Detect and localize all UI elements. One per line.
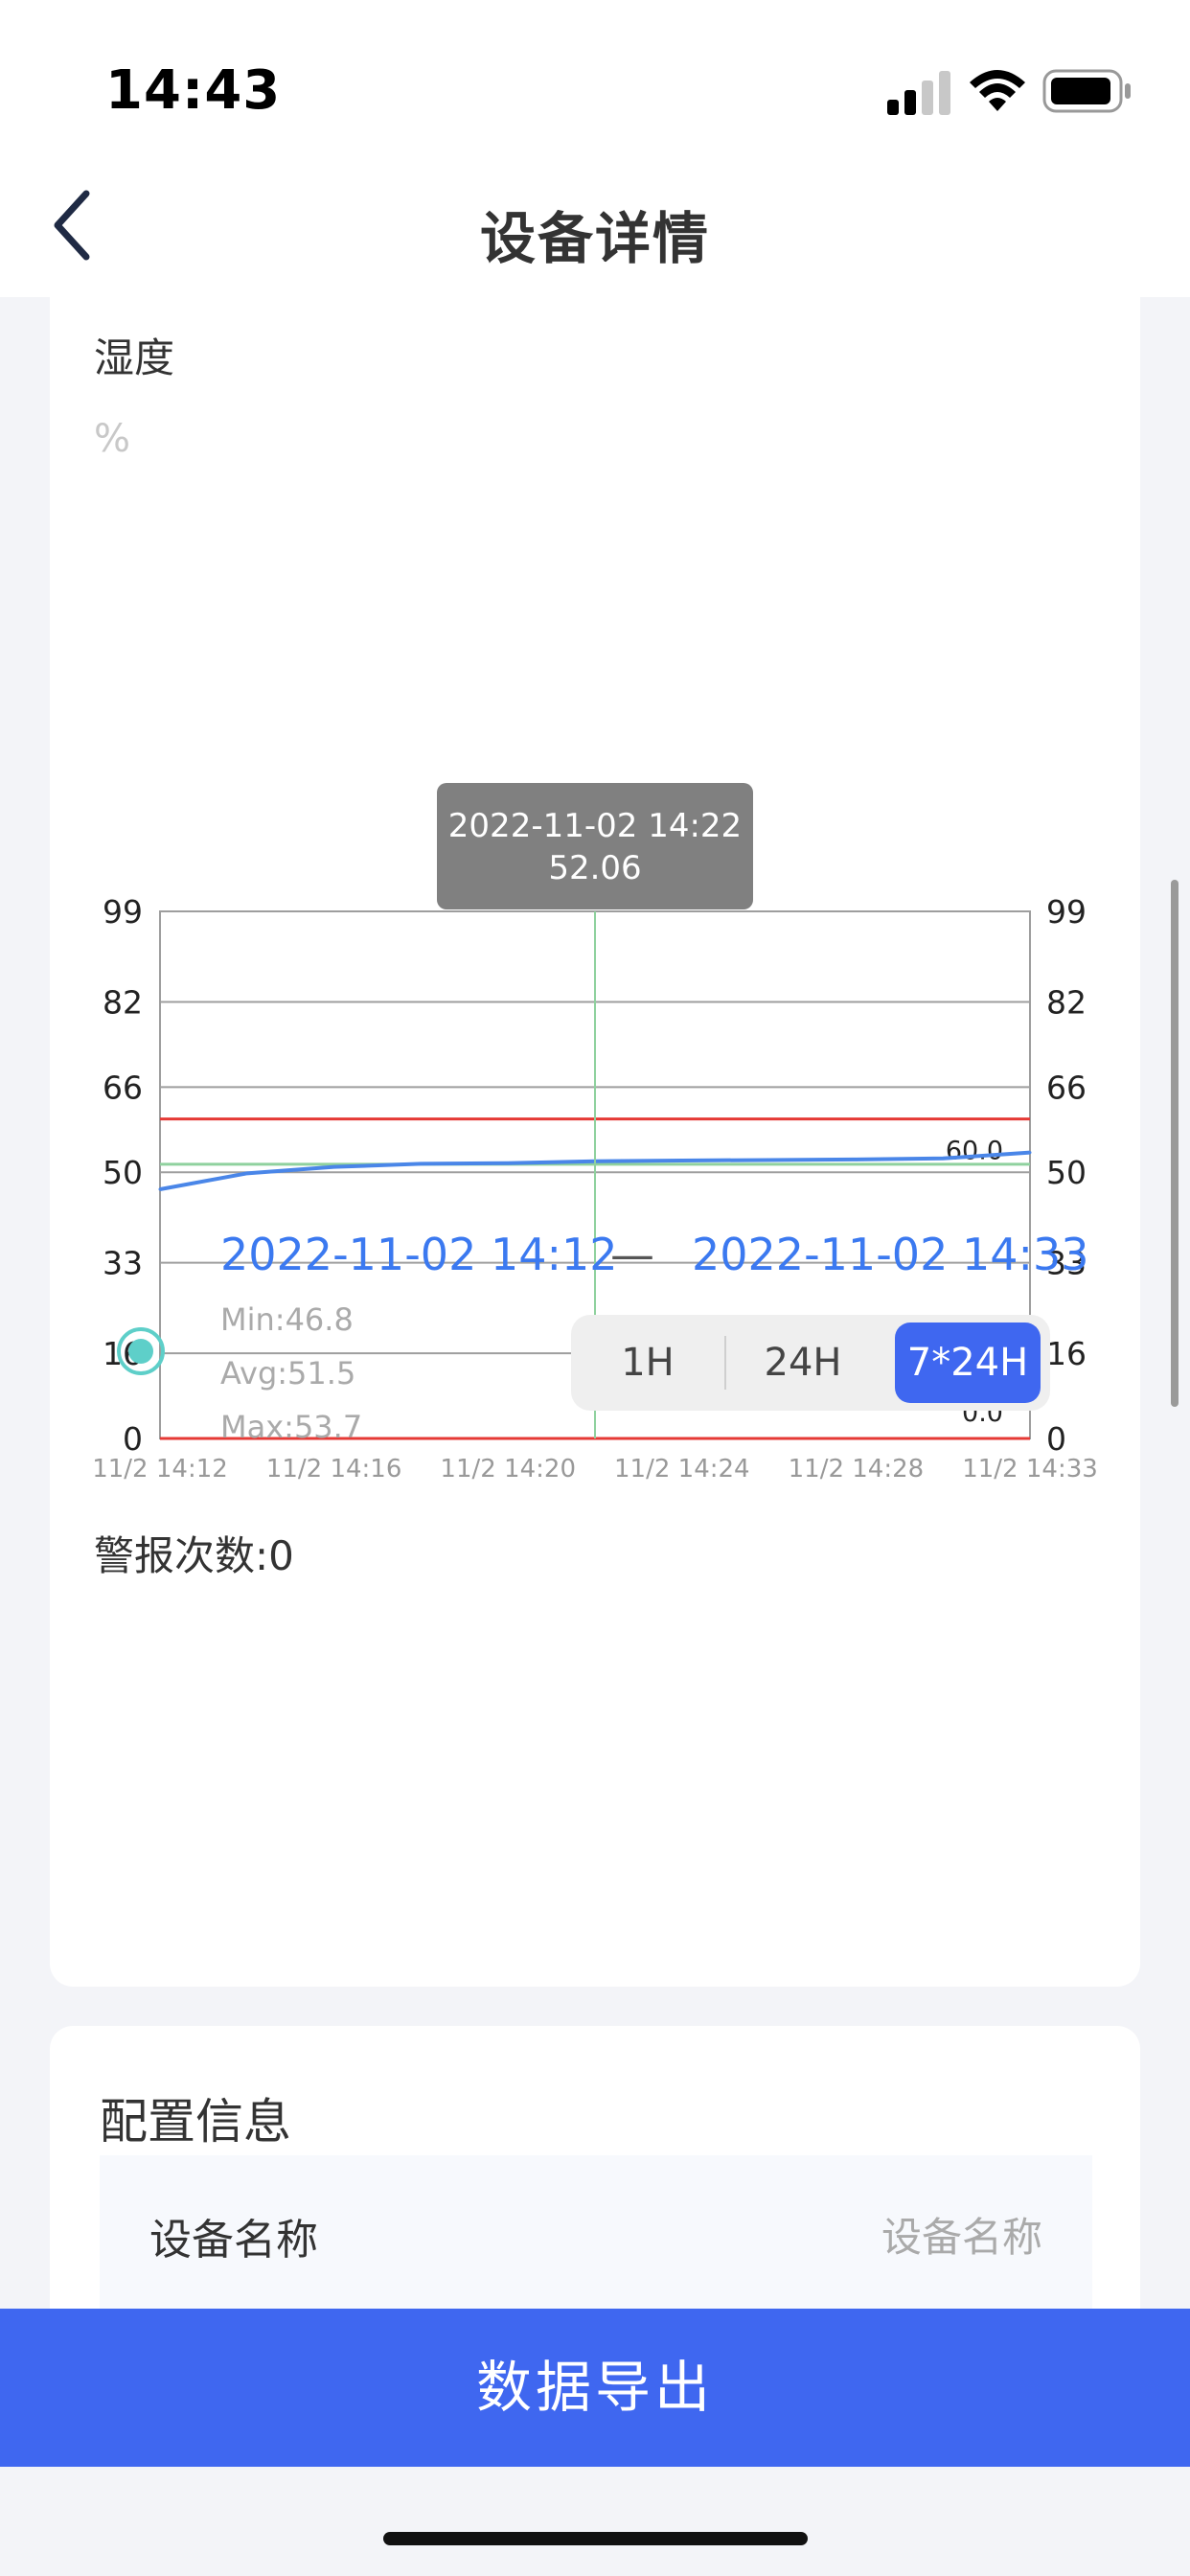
config-title: 配置信息 (100, 2094, 291, 2150)
y-tick-label-right: 82 (1046, 983, 1087, 1021)
time-range-selector: 1H 24H 7*24H (571, 1315, 1050, 1411)
y-tick-label-left: 50 (103, 1154, 143, 1191)
data-point (680, 1159, 684, 1162)
wifi-icon (970, 70, 1025, 111)
status-bar: 14:43 (0, 0, 1190, 153)
data-point (419, 1162, 423, 1165)
cellular-signal-icon (887, 71, 950, 115)
battery-icon (1042, 69, 1131, 113)
stat-avg: Avg:51.5 (220, 1355, 356, 1392)
stat-min: Min:46.8 (220, 1301, 354, 1338)
config-value: 设备名称 (881, 2214, 1042, 2261)
tooltip-box (437, 783, 753, 909)
humidity-card: 湿度 % 60.0 0.0 0 0 16 16 33 33 50 50 66 66 82 82 99 99 1… (50, 288, 1140, 1987)
y-tick-label-left: 33 (103, 1245, 143, 1282)
scrollbar[interactable] (1171, 880, 1179, 1407)
data-point (332, 1165, 336, 1169)
x-tick-label: 11/2 14:33 (962, 1455, 1098, 1484)
config-row-device-name[interactable]: 设备名称 设备名称 (100, 2155, 1092, 2318)
tooltip-time: 2022-11-02 14:22 (448, 807, 742, 845)
range-end-time[interactable]: 2022-11-02 14:33 (692, 1229, 1089, 1280)
export-data-button[interactable]: 数据导出 (0, 2309, 1190, 2467)
x-tick-label: 11/2 14:12 (92, 1455, 228, 1484)
humidity-title: 湿度 (94, 334, 175, 381)
y-tick-label-left: 82 (103, 983, 143, 1021)
nav-bar: 设备详情 (0, 153, 1190, 297)
data-point (1028, 1151, 1032, 1155)
radio-selected-dot (128, 1339, 153, 1364)
y-tick-label-right: 0 (1046, 1420, 1066, 1458)
y-tick-label-right: 99 (1046, 893, 1087, 931)
alarm-count: 警报次数:0 (94, 1532, 294, 1579)
x-tick-label: 11/2 14:28 (789, 1455, 925, 1484)
y-tick-label-left: 66 (103, 1069, 143, 1106)
series-radio-button[interactable] (117, 1327, 165, 1375)
home-indicator[interactable] (383, 2532, 808, 2545)
y-tick-label-right: 16 (1046, 1335, 1087, 1372)
range-7x24h-button[interactable]: 7*24H (895, 1322, 1041, 1403)
x-tick-label: 11/2 14:16 (266, 1455, 402, 1484)
y-tick-label-left: 99 (103, 893, 143, 931)
stat-max: Max:53.7 (220, 1409, 363, 1445)
data-point (941, 1157, 945, 1161)
humidity-unit: % (94, 417, 131, 461)
range-start-time[interactable]: 2022-11-02 14:12 (220, 1229, 618, 1280)
config-label: 设备名称 (149, 2216, 318, 2265)
status-time: 14:43 (105, 59, 282, 122)
reference-line-label: 60.0 (946, 1137, 1003, 1166)
data-point (767, 1158, 771, 1162)
x-tick-label: 11/2 14:24 (614, 1455, 750, 1484)
page-title: 设备详情 (479, 206, 710, 271)
data-point (158, 1187, 162, 1191)
y-tick-label-right: 50 (1046, 1154, 1087, 1191)
y-tick-label-left: 0 (123, 1420, 143, 1458)
data-point (245, 1171, 249, 1175)
x-tick-label: 11/2 14:20 (440, 1455, 576, 1484)
range-24h-button[interactable]: 24H (724, 1315, 881, 1411)
tooltip-value: 52.06 (548, 849, 641, 887)
range-separator: — (610, 1229, 654, 1280)
data-point (506, 1162, 510, 1165)
range-1h-button[interactable]: 1H (571, 1315, 724, 1411)
data-point (854, 1158, 858, 1162)
y-tick-label-right: 66 (1046, 1069, 1087, 1106)
home-area (0, 2467, 1190, 2576)
